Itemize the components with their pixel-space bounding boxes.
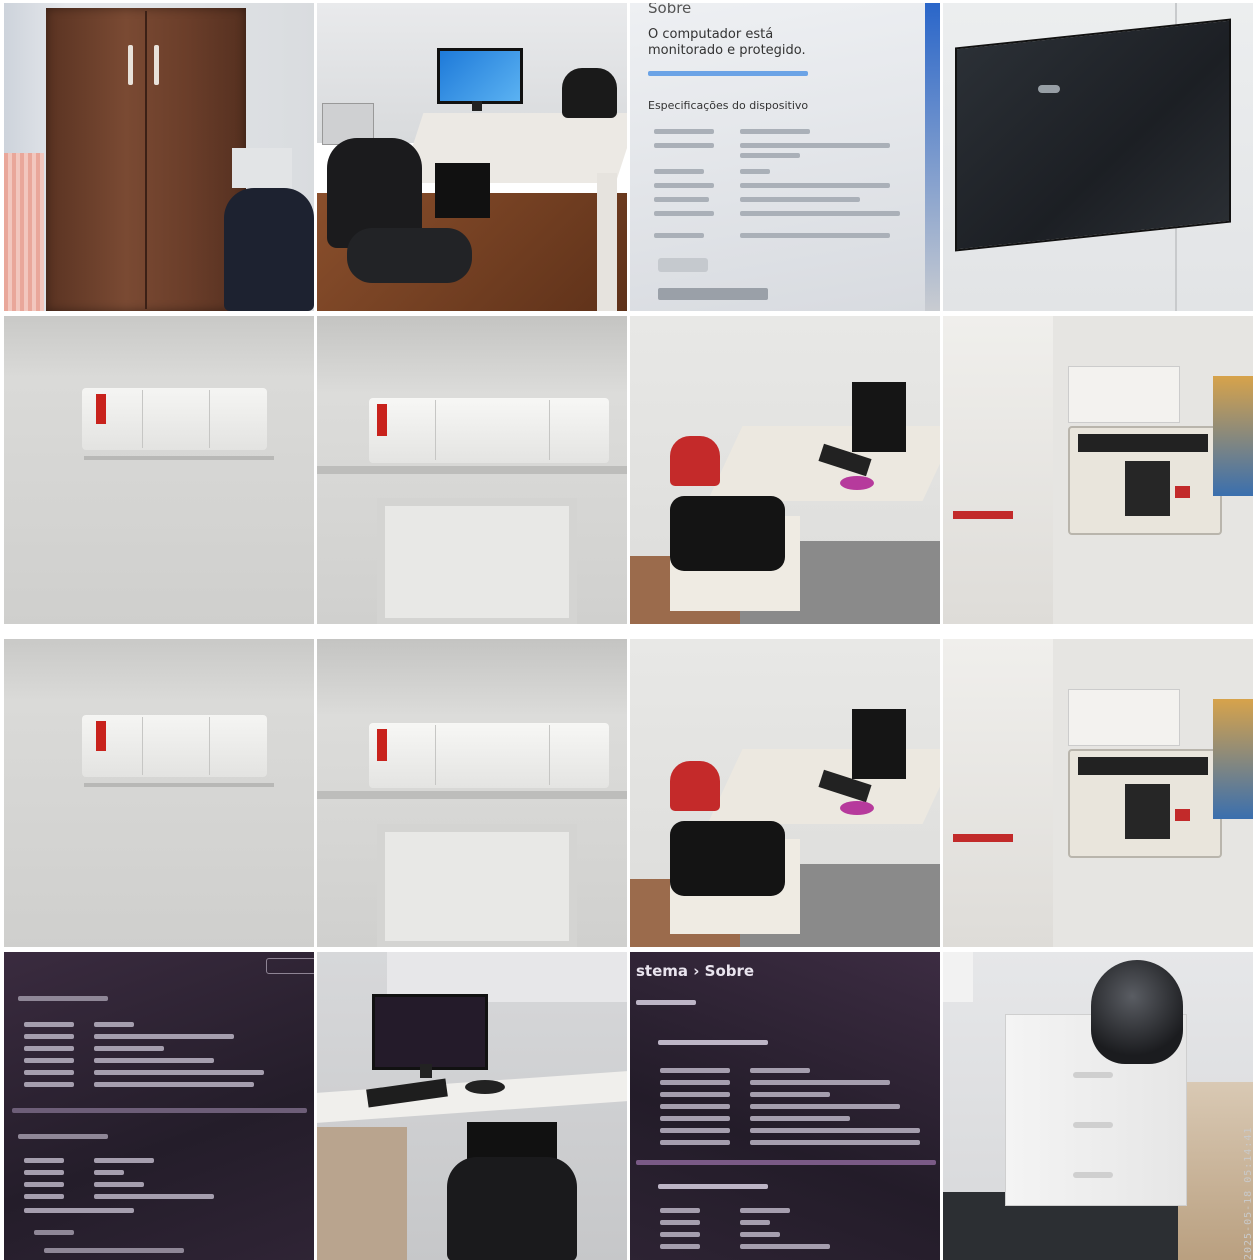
documents <box>1068 366 1180 423</box>
copy-button <box>658 258 708 272</box>
photo-collage-grid: Sobre O computador está monitorado e pro… <box>4 3 1254 1260</box>
paper-tray <box>232 148 292 188</box>
monitor <box>372 994 488 1070</box>
energy-label-icon <box>96 721 106 751</box>
monitor <box>852 709 906 779</box>
photo-desk-red-chair-dup <box>630 639 940 947</box>
paper-stack <box>943 316 1053 624</box>
energy-label-icon <box>377 404 387 436</box>
photo-calculator-shelf-dup <box>943 639 1253 947</box>
about-link <box>648 71 808 76</box>
wardrobe-door-split <box>145 11 147 309</box>
photo-office-desk-monitor <box>317 3 627 311</box>
pen-holder <box>1213 376 1253 496</box>
photo-calculator-shelf <box>943 316 1253 624</box>
photo-ac-unit-2 <box>317 316 627 624</box>
about-title: Sobre <box>648 3 692 17</box>
monitor <box>852 382 906 452</box>
ac-indoor-unit <box>369 723 609 788</box>
photo-helmet-drawer <box>943 952 1253 1260</box>
photo-windows-about-light: Sobre O computador está monitorado e pro… <box>630 3 940 311</box>
door-frame <box>377 498 577 624</box>
wardrobe-handle-right <box>154 45 159 85</box>
breadcrumb: stema › Sobre <box>636 962 755 980</box>
red-chair-back <box>670 436 720 486</box>
photo-workstation-desk <box>317 952 627 1260</box>
mouse-pad <box>840 476 874 490</box>
chair-back-right <box>562 68 617 118</box>
photo-windows-about-dark <box>4 952 314 1260</box>
energy-label-icon <box>96 394 106 424</box>
timestamp-stamp: 2025-05-18 05:14:41 <box>1243 1126 1254 1260</box>
office-chair <box>224 188 314 311</box>
photo-windows-about-dark-2: stema › Sobre <box>630 952 940 1260</box>
office-chair-seat <box>347 228 472 283</box>
photo-ac-unit-1 <box>4 316 314 624</box>
documents <box>1068 689 1180 746</box>
red-chair-back <box>670 761 720 811</box>
photo-ac-unit-2-dup <box>317 639 627 947</box>
curtain <box>4 153 44 311</box>
tv-screen <box>955 18 1231 252</box>
ac-indoor-unit <box>82 388 267 450</box>
mouse-pad <box>840 801 874 815</box>
monitor-stand <box>472 101 482 111</box>
desk-panel <box>597 173 617 311</box>
rug <box>317 1127 407 1260</box>
photo-desk-red-chair <box>630 316 940 624</box>
about-status: O computador está monitorado e protegido… <box>648 27 806 58</box>
ac-indoor-unit <box>82 715 267 777</box>
calculator-keys <box>1125 461 1170 516</box>
ac-indoor-unit <box>369 398 609 463</box>
monitor-screen <box>437 48 523 104</box>
about-spec-heading: Especificações do dispositivo <box>648 99 809 112</box>
tv-reflection-light <box>1038 85 1060 93</box>
door-frame <box>377 824 577 947</box>
wardrobe-handle-left <box>128 45 133 85</box>
office-chair <box>447 1157 577 1260</box>
rename-button <box>266 958 314 974</box>
pc-tower <box>435 163 490 218</box>
photo-wardrobe <box>4 3 314 311</box>
motorcycle-helmet <box>1091 960 1183 1064</box>
photo-wall-tv <box>943 3 1253 311</box>
black-backpack <box>670 821 785 896</box>
energy-label-icon <box>377 729 387 761</box>
photo-ac-unit-1-dup <box>4 639 314 947</box>
calculator-keys <box>1125 784 1170 839</box>
black-backpack <box>670 496 785 571</box>
